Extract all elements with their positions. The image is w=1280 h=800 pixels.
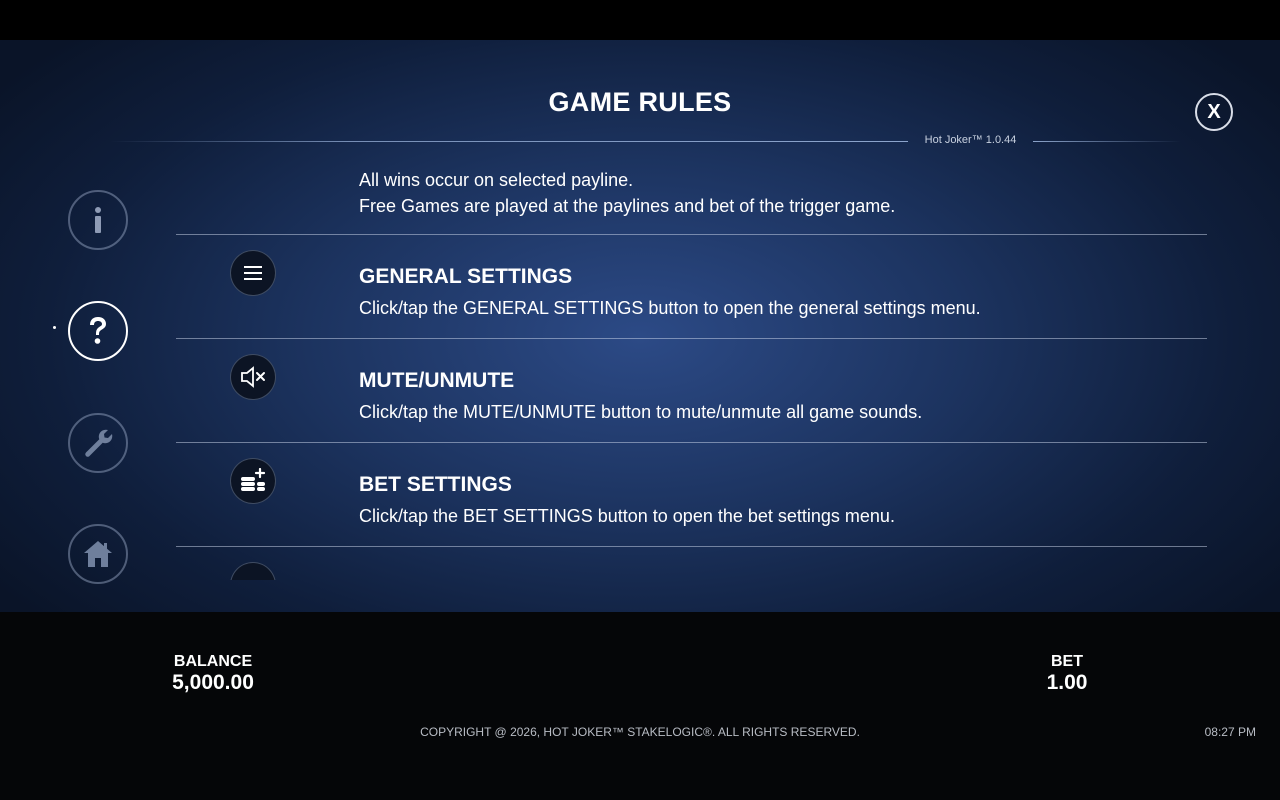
close-button[interactable]: X [1195,93,1233,131]
bet-label: BET [1051,653,1083,670]
section-divider [176,234,1207,235]
active-indicator [53,326,56,329]
mute-icon-badge [230,354,276,400]
balance-value: 5,000.00 [172,671,254,694]
section-text: Click/tap the GENERAL SETTINGS button to… [359,298,981,318]
wrench-icon [85,429,113,457]
game-rules-panel: GAME RULES X Hot Joker™ 1.0.44 All wins … [0,40,1280,612]
info-icon [95,207,101,233]
rules-content[interactable]: All wins occur on selected payline. Free… [176,140,1207,580]
mute-icon [241,366,265,388]
rule-text-line: All wins occur on selected payline. [359,170,634,190]
home-icon [84,541,112,567]
section-title: BET SETTINGS [359,473,512,496]
bottom-bar: BALANCE 5,000.00 BET 1.00 COPYRIGHT @ 20… [0,612,1280,800]
general-settings-icon-badge [230,250,276,296]
nav-help-button[interactable] [68,301,128,361]
nav-home-button[interactable] [68,524,128,584]
next-section-icon-badge [230,562,276,580]
section-divider [176,442,1207,443]
section-title: MUTE/UNMUTE [359,369,515,392]
section-text: Click/tap the MUTE/UNMUTE button to mute… [359,402,923,422]
rule-text-line: Free Games are played at the paylines an… [359,196,896,216]
section-divider [176,546,1207,547]
nav-settings-button[interactable] [68,413,128,473]
section-text: Click/tap the BET SETTINGS button to ope… [359,506,895,526]
section-divider [176,338,1207,339]
clock: 08:27 PM [1204,725,1256,739]
bet-value: 1.00 [1046,671,1088,694]
coins-plus-icon [241,468,266,491]
nav-info-button[interactable] [68,190,128,250]
section-title: GENERAL SETTINGS [359,265,573,288]
top-bar [0,0,1280,40]
copyright-text: COPYRIGHT @ 2026, HOT JOKER™ STAKELOGIC®… [420,725,860,739]
page-title: GAME RULES [548,87,732,117]
menu-icon [244,266,262,280]
balance-label: BALANCE [173,653,253,670]
bet-settings-icon-badge [230,458,276,504]
question-icon [90,317,106,344]
